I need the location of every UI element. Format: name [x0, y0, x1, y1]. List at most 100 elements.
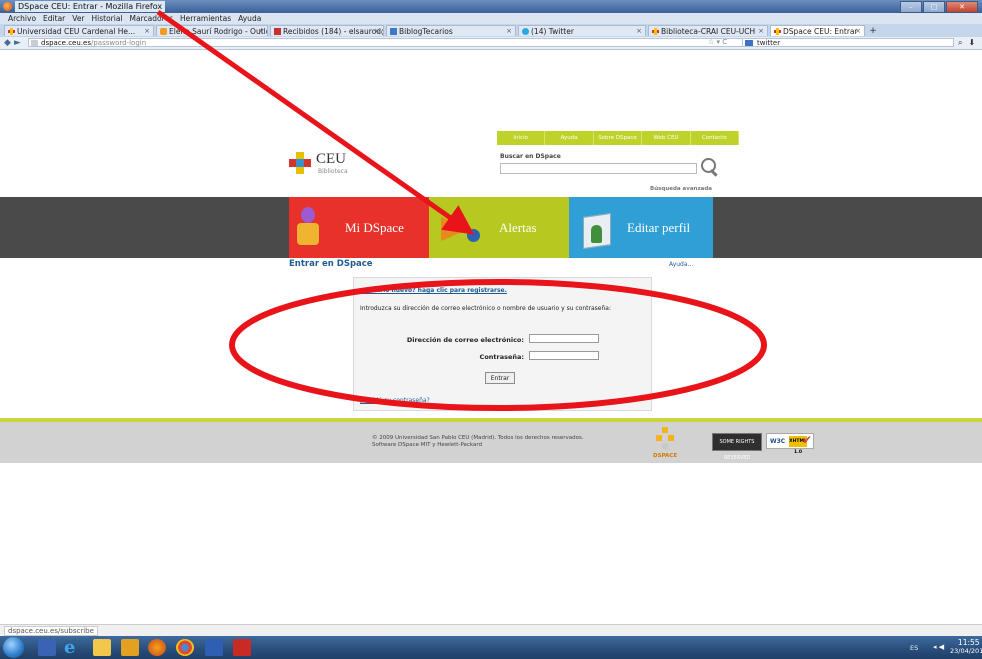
- outlook-icon[interactable]: [121, 639, 139, 656]
- tab-label: Universidad CEU Cardenal He...: [17, 27, 136, 36]
- creative-commons-badge[interactable]: SOME RIGHTS RESERVED: [712, 433, 762, 461]
- ceu-logo-text[interactable]: CEU: [316, 151, 346, 168]
- search-icon[interactable]: ⌕: [958, 38, 962, 48]
- software-credit-line: Software DSpace MIT y Hewlett-Packard: [372, 442, 483, 448]
- tab-close-icon[interactable]: ×: [758, 26, 764, 36]
- nav-inicio[interactable]: Inicio: [497, 131, 546, 145]
- tab-twitter[interactable]: (14) Twitter ×: [518, 25, 646, 36]
- menu-editar[interactable]: Editar: [43, 13, 65, 24]
- profile-card-icon: [583, 211, 611, 249]
- nav-sobre-dspace[interactable]: Sobre DSpace: [594, 131, 643, 145]
- site-search-label: Buscar en DSpace: [500, 153, 561, 160]
- password-field[interactable]: [529, 351, 599, 360]
- ceu-logo-subtitle: Biblioteca: [318, 168, 348, 175]
- tab-biblogtecarios[interactable]: BiblogTecarios ×: [386, 25, 516, 36]
- back-arrow-icon[interactable]: ◆: [4, 38, 11, 48]
- menu-marcadores[interactable]: Marcadores: [130, 13, 174, 24]
- close-button[interactable]: ✕: [946, 1, 978, 13]
- window-title: DSpace CEU: Entrar - Mozilla Firefox: [15, 1, 166, 12]
- word-icon[interactable]: [205, 639, 223, 656]
- search-engine-icon[interactable]: [745, 40, 753, 46]
- folder-icon[interactable]: [93, 639, 111, 656]
- firefox-icon: [3, 2, 12, 11]
- url-bar[interactable]: dspace.ceu.es/password-login: [28, 38, 768, 47]
- copyright-line: © 2009 Universidad San Pablo CEU (Madrid…: [372, 435, 584, 441]
- tile-label: Mi DSpace: [345, 220, 404, 235]
- site-search-input[interactable]: [500, 163, 697, 174]
- login-button[interactable]: Entrar: [485, 372, 515, 384]
- maximize-button[interactable]: □: [923, 1, 945, 13]
- web-search-input[interactable]: twitter: [742, 38, 954, 47]
- bookmark-star-icon[interactable]: ☆ ▾ C: [708, 38, 727, 46]
- tab-close-icon[interactable]: ×: [636, 26, 642, 36]
- blog-favicon-icon: [390, 28, 397, 35]
- menu-historial[interactable]: Historial: [92, 13, 123, 24]
- nav-web-ceu[interactable]: Web CEU: [642, 131, 691, 145]
- download-icon[interactable]: ⬇: [968, 38, 975, 48]
- login-instructions: Introduzca su dirección de correo electr…: [360, 305, 612, 312]
- internet-explorer-icon[interactable]: e: [64, 639, 82, 657]
- w3c-xhtml-badge[interactable]: W3C XHTML 1.0 ✔: [766, 433, 814, 455]
- navigation-bar: ◆ ► dspace.ceu.es/password-login ☆ ▾ C t…: [0, 37, 982, 50]
- nav-contacto[interactable]: Contacto: [691, 131, 740, 145]
- site-identity-icon[interactable]: [31, 40, 38, 46]
- tab-close-icon[interactable]: ×: [258, 26, 264, 36]
- volume-icon[interactable]: ◂ ◀: [933, 643, 944, 651]
- menu-archivo[interactable]: Archivo: [8, 13, 36, 24]
- email-field[interactable]: [529, 334, 599, 343]
- login-form: ¿Usuario nuevo? haga clic para registrar…: [353, 277, 652, 411]
- system-clock[interactable]: 11:55 23/04/2013: [950, 638, 982, 656]
- section-banner: Mi DSpace Alertas Editar perfil: [0, 197, 982, 258]
- tile-alertas[interactable]: Alertas: [429, 197, 569, 258]
- tile-mi-dspace[interactable]: Mi DSpace: [289, 197, 429, 258]
- tab-label: (14) Twitter: [531, 27, 574, 36]
- clock-time: 11:55: [957, 638, 980, 647]
- tab-label: BiblogTecarios: [399, 27, 453, 36]
- chrome-icon[interactable]: [176, 639, 194, 656]
- firefox-icon[interactable]: [148, 639, 166, 656]
- help-link[interactable]: Ayuda...: [669, 261, 693, 268]
- tab-close-icon[interactable]: ×: [506, 26, 512, 36]
- forgot-password-link[interactable]: ¿Olvidó su contraseña?: [360, 397, 430, 404]
- tab-biblioteca-crai[interactable]: Biblioteca-CRAI CEU-UCH ×: [648, 25, 768, 36]
- windows-taskbar: e ES ◂ ◀ 11:55 23/04/2013: [0, 636, 982, 659]
- status-bar: dspace.ceu.es/subscribe: [0, 624, 982, 636]
- ceu-cross-logo-icon[interactable]: [289, 152, 311, 174]
- advanced-search-link[interactable]: Búsqueda avanzada: [650, 186, 712, 192]
- minimize-button[interactable]: –: [900, 1, 922, 13]
- ceu-favicon-icon: [8, 28, 15, 35]
- language-indicator[interactable]: ES: [910, 644, 918, 652]
- copyright-text: © 2009 Universidad San Pablo CEU (Madrid…: [372, 435, 584, 449]
- start-button[interactable]: [3, 637, 24, 658]
- tab-dspace-entrar[interactable]: DSpace CEU: Entrar ×: [770, 25, 865, 36]
- menu-ver[interactable]: Ver: [72, 13, 84, 24]
- tab-recibidos[interactable]: Recibidos (184) - elsaurod@... ×: [270, 25, 384, 36]
- acrobat-icon[interactable]: [233, 639, 251, 656]
- nav-ayuda[interactable]: Ayuda: [545, 131, 594, 145]
- url-path: /password-login: [90, 39, 147, 47]
- megaphone-icon: [441, 211, 481, 247]
- tab-universidad-ceu[interactable]: Universidad CEU Cardenal He... ×: [4, 25, 154, 36]
- site-top-nav: Inicio Ayuda Sobre DSpace Web CEU Contac…: [497, 131, 740, 145]
- page-title: Entrar en DSpace: [289, 259, 373, 269]
- ceu-favicon-icon: [652, 28, 659, 35]
- status-url: dspace.ceu.es/subscribe: [4, 626, 98, 636]
- tile-label: Editar perfil: [627, 220, 691, 235]
- menu-ayuda[interactable]: Ayuda: [238, 13, 261, 24]
- url-domain: dspace.ceu.es: [41, 39, 91, 47]
- password-label: Contraseña:: [479, 353, 524, 361]
- menu-herramientas[interactable]: Herramientas: [180, 13, 231, 24]
- tab-outlook[interactable]: Elena Saurí Rodrigo - Outloo... ×: [156, 25, 268, 36]
- dspace-logo-icon[interactable]: DSPACE: [653, 425, 677, 461]
- tab-close-icon[interactable]: ×: [374, 26, 380, 36]
- outlook-favicon-icon: [160, 28, 167, 35]
- tile-editar-perfil[interactable]: Editar perfil: [569, 197, 713, 258]
- magnifier-search-icon[interactable]: [701, 158, 719, 178]
- tab-close-icon[interactable]: ×: [855, 26, 861, 36]
- media-player-icon[interactable]: [38, 639, 56, 656]
- register-link[interactable]: ¿Usuario nuevo? haga clic para registrar…: [360, 287, 507, 294]
- forward-arrow-icon[interactable]: ►: [14, 38, 21, 48]
- tab-close-icon[interactable]: ×: [144, 26, 150, 36]
- new-tab-button[interactable]: +: [867, 26, 879, 36]
- tile-label: Alertas: [499, 220, 537, 235]
